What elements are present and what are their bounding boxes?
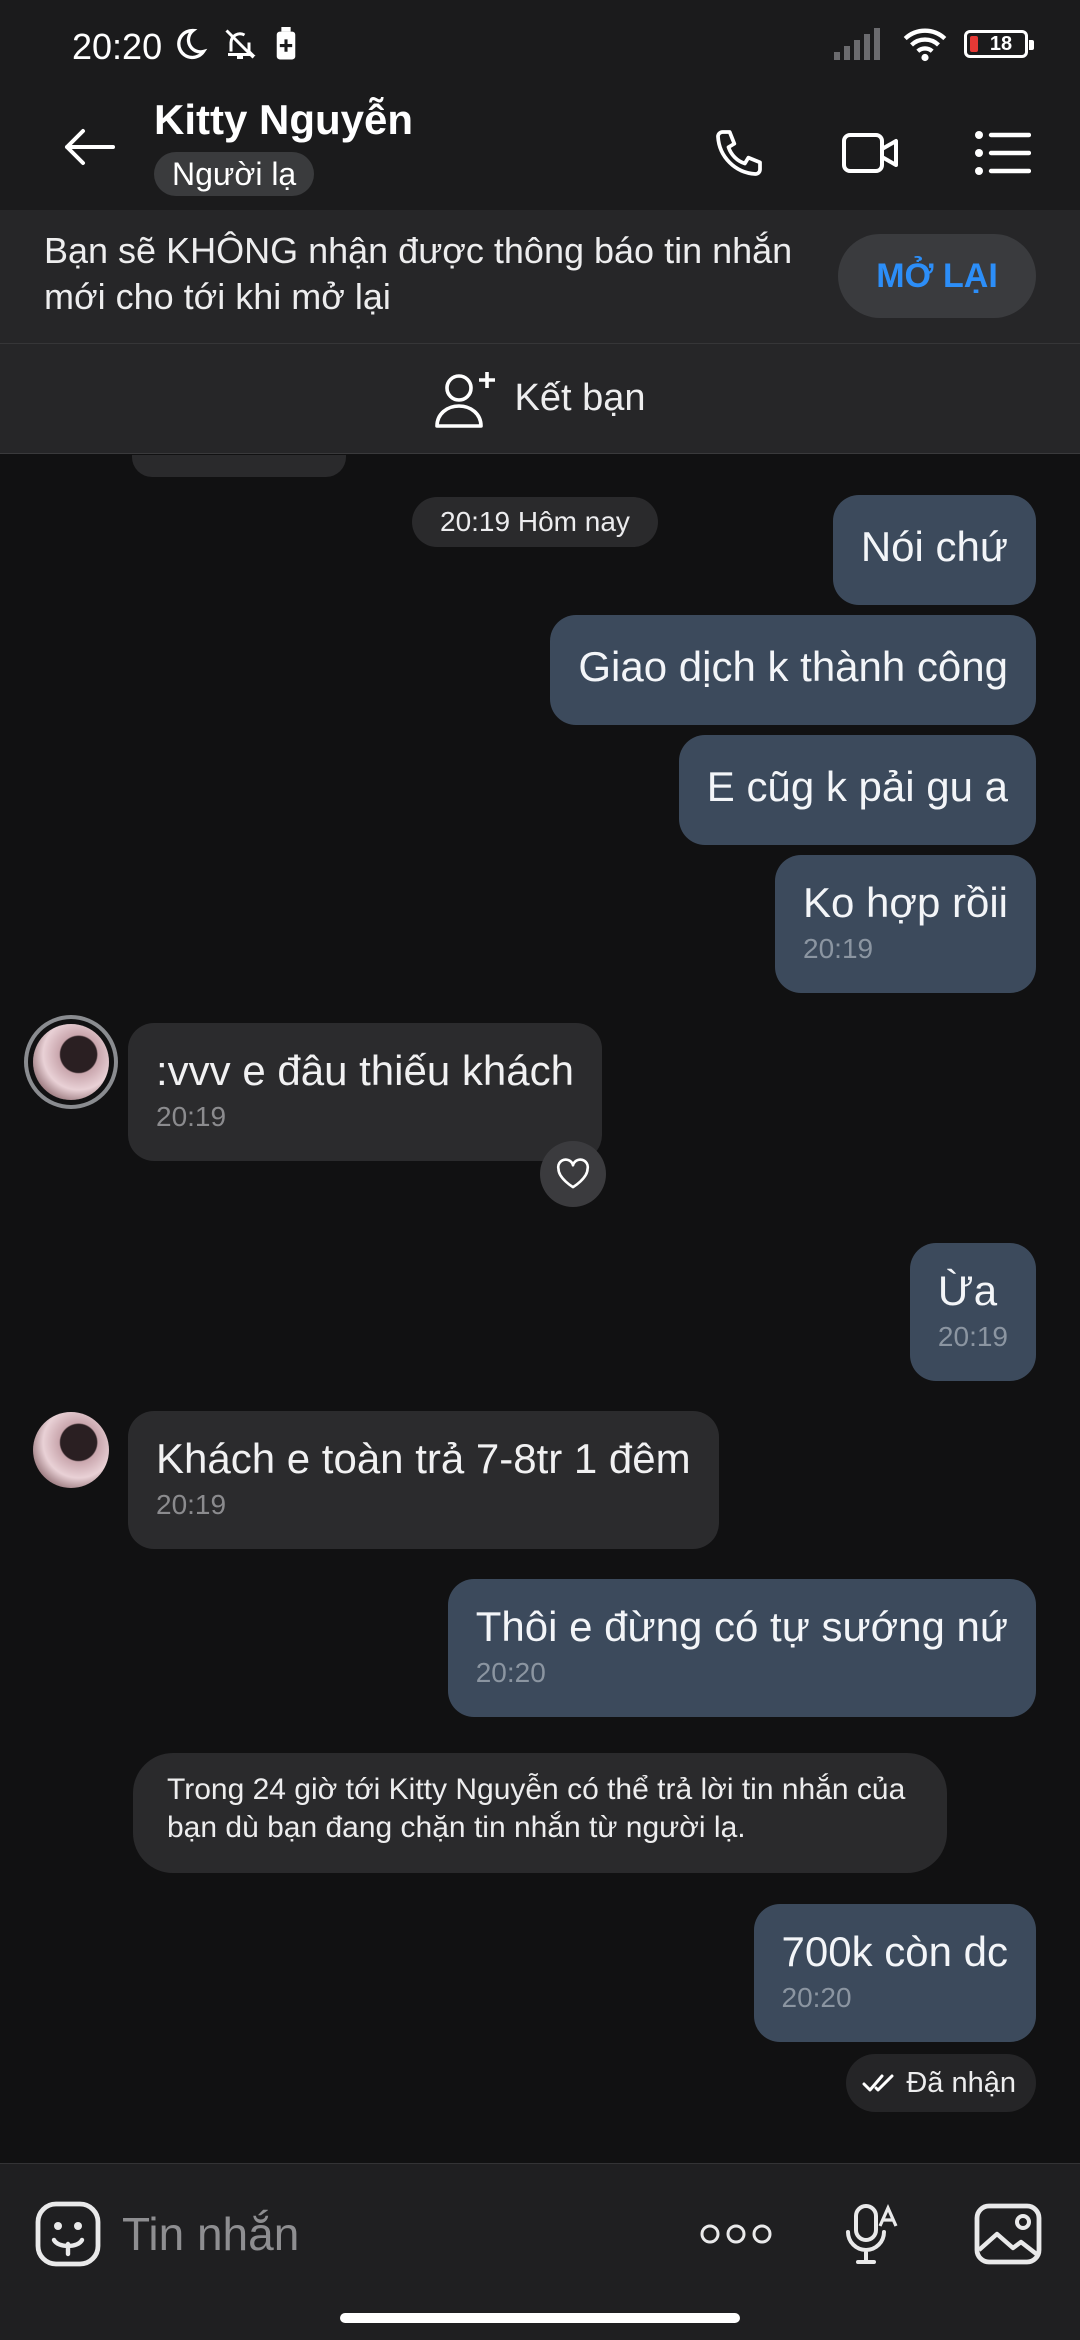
- stranger-badge: Người lạ: [154, 152, 315, 196]
- delivery-status: Đã nhận: [846, 2054, 1036, 2112]
- status-icons-right: 18: [834, 26, 1034, 62]
- message-bubble[interactable]: Khách e toàn trả 7-8tr 1 đêm 20:19: [128, 1411, 719, 1549]
- message-time: 20:20: [475, 1657, 546, 1688]
- image-icon: [974, 2203, 1042, 2265]
- voice-message-button[interactable]: [830, 2194, 910, 2274]
- message-text: Thôi e đừng có tự sướng nứ: [475, 1603, 1008, 1650]
- message-bubble[interactable]: E cũg k pải gu a: [678, 735, 1036, 845]
- message-bubble[interactable]: Thôi e đừng có tự sướng nứ 20:20: [447, 1579, 1036, 1717]
- message-bubble[interactable]: Nói chứ: [832, 495, 1036, 605]
- message-text: 700k còn dc: [781, 1928, 1009, 1975]
- add-friend-label: Kết bạn: [514, 377, 646, 419]
- message-bubble[interactable]: Giao dịch k thành công: [550, 615, 1036, 725]
- microphone-icon: [846, 2204, 898, 2264]
- battery-level: 18: [989, 32, 1013, 55]
- sticker-button[interactable]: [28, 2194, 108, 2274]
- message-text: E cũg k pải gu a: [706, 763, 1008, 810]
- add-person-icon: [434, 371, 495, 428]
- add-friend-button[interactable]: Kết bạn: [0, 344, 1080, 454]
- home-indicator[interactable]: [340, 2313, 740, 2323]
- message-time: 20:19: [803, 933, 874, 964]
- react-heart-button[interactable]: [540, 1141, 606, 1207]
- message-text: Giao dịch k thành công: [578, 643, 1008, 690]
- double-check-icon: [862, 2074, 894, 2092]
- delivery-status-text: Đã nhận: [906, 2066, 1016, 2099]
- message-text: Ừa: [937, 1267, 998, 1314]
- call-button[interactable]: [706, 120, 772, 186]
- message-text: Nói chứ: [860, 523, 1008, 570]
- message-text: :vvv e đâu thiếu khách: [156, 1047, 574, 1094]
- battery-icon: 18: [964, 30, 1034, 58]
- message-list[interactable]: 20:19 Hôm nay Nói chứ Giao dịch k thành …: [0, 455, 1080, 2162]
- system-message: Trong 24 giờ tới Kitty Nguyễn có thể trả…: [133, 1753, 947, 1873]
- message-time: 20:19: [937, 1321, 1008, 1352]
- message-text: Khách e toàn trả 7-8tr 1 đêm: [156, 1435, 691, 1482]
- message-bubble[interactable]: :vvv e đâu thiếu khách 20:19: [128, 1023, 602, 1161]
- heart-icon: [556, 1158, 590, 1189]
- more-dots-icon: [700, 2224, 772, 2244]
- message-text: Ko hợp rồii: [803, 879, 1008, 926]
- options-button[interactable]: [970, 120, 1036, 186]
- message-time: 20:19: [156, 1101, 227, 1132]
- mute-notice-banner: Bạn sẽ KHÔNG nhận được thông báo tin nhắ…: [0, 210, 1080, 344]
- arrow-left-icon: [65, 129, 115, 165]
- message-bubble[interactable]: Ko hợp rồii 20:19: [775, 855, 1036, 993]
- battery-saver-icon: [276, 27, 296, 60]
- contact-name[interactable]: Kitty Nguyễn: [154, 96, 413, 144]
- avatar[interactable]: [33, 1412, 109, 1488]
- chat-header: Kitty Nguyễn Người lạ: [0, 80, 1080, 210]
- status-icons-left: [172, 26, 300, 62]
- sticker-icon: [35, 2201, 101, 2267]
- date-separator: 20:19 Hôm nay: [412, 497, 658, 547]
- reopen-button[interactable]: MỞ LẠI: [838, 234, 1036, 318]
- gallery-button[interactable]: [968, 2194, 1048, 2274]
- previous-message-fragment: [132, 455, 346, 477]
- message-bubble[interactable]: 700k còn dc 20:20: [753, 1904, 1036, 2042]
- phone-icon: [716, 130, 762, 176]
- more-options-button[interactable]: [696, 2194, 776, 2274]
- signal-icon: [834, 28, 880, 60]
- wifi-icon: [903, 28, 947, 62]
- message-time: 20:19: [156, 1489, 227, 1520]
- mute-notice-text: Bạn sẽ KHÔNG nhận được thông báo tin nhắ…: [44, 230, 793, 317]
- back-button[interactable]: [54, 112, 124, 182]
- avatar[interactable]: [33, 1024, 109, 1100]
- message-input[interactable]: [122, 2204, 682, 2264]
- video-call-button[interactable]: [838, 120, 904, 186]
- moon-icon: [177, 28, 208, 60]
- mute-icon: [225, 29, 256, 59]
- video-camera-icon: [842, 133, 898, 173]
- status-time: 20:20: [72, 26, 163, 67]
- message-bubble[interactable]: Ừa 20:19: [909, 1243, 1036, 1381]
- list-menu-icon: [975, 131, 1031, 175]
- message-time: 20:20: [781, 1982, 852, 2013]
- status-bar: 20:20 18: [0, 0, 1080, 80]
